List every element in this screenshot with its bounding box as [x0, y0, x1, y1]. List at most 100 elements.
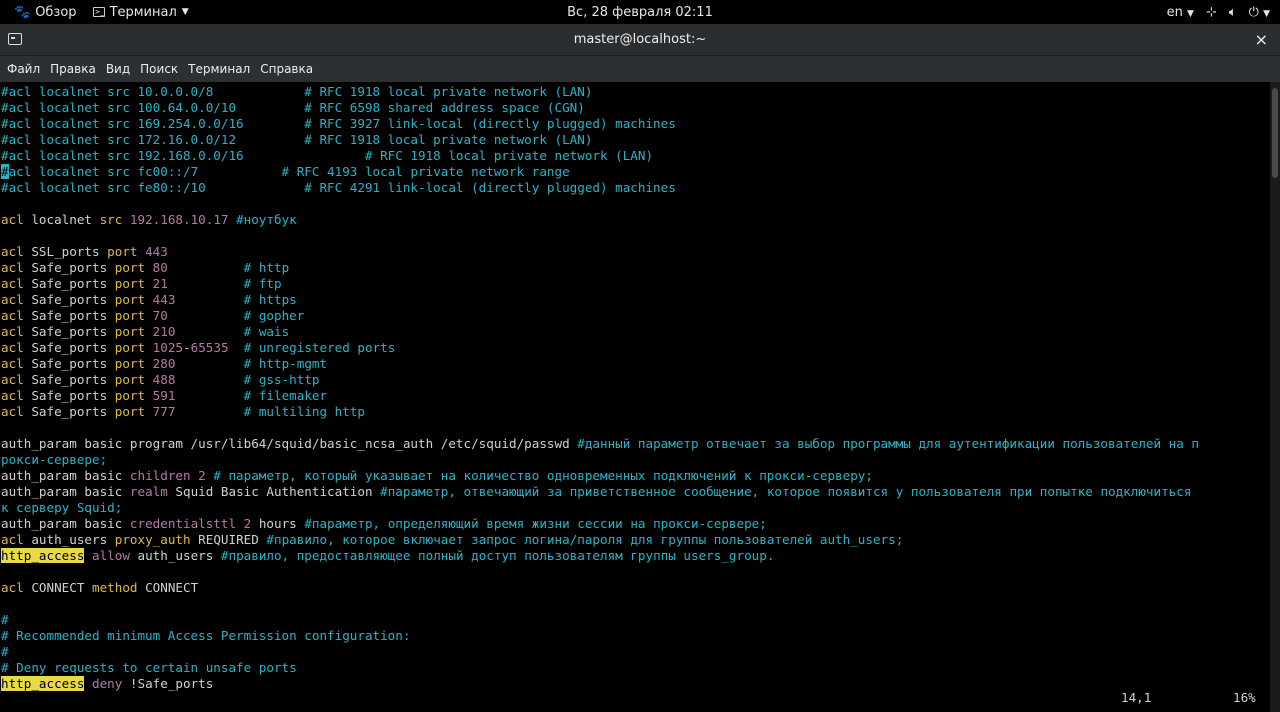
editor-line: auth_param basic credentialsttl 2 hours … — [1, 516, 767, 532]
line-token: #acl localnet src 192.168.0.0/16 # RFC 1… — [1, 148, 654, 163]
line-token: # — [1, 612, 9, 627]
app-menu-label: Терминал — [109, 4, 177, 20]
clock[interactable]: Вс, 28 февраля 02:11 — [567, 5, 713, 20]
line-token: 210 — [145, 324, 244, 339]
line-token: acl — [1, 324, 24, 339]
line-token: acl — [1, 308, 24, 323]
line-token: рокси-сервере; — [1, 452, 108, 467]
line-token: port — [114, 292, 146, 307]
line-token: port — [114, 340, 146, 355]
line-token: # параметр, который указывает на количес… — [213, 468, 873, 483]
editor-line: # — [1, 612, 9, 628]
line-token: к серверу Squid; — [1, 500, 123, 515]
line-token: acl — [1, 292, 24, 307]
chevron-down-icon: ▼ — [181, 7, 189, 17]
scroll-percent: 16% — [1233, 690, 1256, 705]
line-token: auth_param basic — [1, 516, 130, 531]
line-token: #acl localnet src 169.254.0.0/16 # RFC 3… — [1, 116, 676, 131]
editor-line: http_access deny !Safe_ports — [1, 676, 213, 692]
line-token: #acl localnet src 172.16.0.0/12 # RFC 19… — [1, 132, 593, 147]
line-token: acl — [1, 372, 24, 387]
line-token: acl — [1, 212, 24, 227]
terminal-area[interactable]: 14,1 16% #acl localnet src 10.0.0.0/8 # … — [0, 82, 1270, 712]
line-token: # ftp — [243, 276, 282, 291]
line-token: CONNECT — [137, 580, 199, 595]
line-token: 777 — [145, 404, 244, 419]
line-token: # — [1, 164, 9, 179]
line-token: port — [114, 388, 146, 403]
line-token: Safe_ports — [23, 292, 115, 307]
menu-help[interactable]: Справка — [255, 62, 318, 76]
editor-line: acl Safe_ports port 443 # https — [1, 292, 297, 308]
editor-line: # Deny requests to certain unsafe ports — [1, 660, 297, 676]
editor-line: auth_param basic children 2 # параметр, … — [1, 468, 873, 484]
line-token: # Recommended minimum Access Permission … — [1, 628, 411, 643]
app-menu-button[interactable]: >_ Терминал ▼ — [87, 0, 195, 24]
editor-line: acl CONNECT method CONNECT — [1, 580, 198, 596]
line-token: acl — [1, 276, 24, 291]
line-token: Safe_ports — [23, 308, 115, 323]
editor-line: acl Safe_ports port 210 # wais — [1, 324, 289, 340]
line-token: Safe_ports — [23, 260, 115, 275]
line-token: http_access — [1, 548, 85, 563]
line-token: auth_param basic — [1, 468, 130, 483]
line-token: Safe_ports — [23, 340, 115, 355]
line-token: #ноутбук — [236, 212, 297, 227]
line-token: auth_param basic — [1, 484, 130, 499]
window-titlebar[interactable]: master@localhost:~ × — [0, 24, 1280, 56]
menu-terminal[interactable]: Терминал — [183, 62, 255, 76]
line-token: #параметр, отвечающий за приветственное … — [380, 484, 1192, 499]
editor-line: #acl localnet src fe80::/10 # RFC 4291 l… — [1, 180, 676, 196]
language-indicator[interactable]: en ▼ — [1167, 5, 1194, 20]
menu-edit[interactable]: Правка — [45, 62, 101, 76]
line-token: acl — [1, 532, 24, 547]
network-icon[interactable]: ⊹ — [1206, 5, 1217, 20]
activities-label: Обзор — [35, 4, 77, 20]
line-token: 192.168.10.17 — [122, 212, 237, 227]
line-token: # http — [243, 260, 290, 275]
menu-view[interactable]: Вид — [101, 62, 135, 76]
editor-line: #acl localnet src fc00::/7 # RFC 4193 lo… — [1, 164, 570, 180]
line-token: auth_users — [129, 548, 221, 563]
scrollbar[interactable] — [1270, 82, 1280, 712]
line-token: method — [92, 580, 138, 595]
line-token: #acl localnet src 10.0.0.0/8 # RFC 1918 … — [1, 84, 593, 99]
line-token: #данный параметр отвечает за выбор прогр… — [577, 436, 1199, 451]
menu-search[interactable]: Поиск — [135, 62, 183, 76]
editor-line: acl Safe_ports port 777 # multiling http — [1, 404, 365, 420]
activities-button[interactable]: 🐾 Обзор — [8, 0, 83, 24]
line-token: Safe_ports — [23, 276, 115, 291]
editor-line: acl Safe_ports port 488 # gss-http — [1, 372, 320, 388]
power-icon[interactable]: ⏻ ▼ — [1249, 5, 1270, 20]
line-token: 591 — [145, 388, 244, 403]
line-token: 443 — [137, 244, 168, 259]
line-token: 280 — [145, 356, 244, 371]
volume-icon[interactable]: 🔈︎ — [1229, 5, 1237, 20]
line-token: localnet — [23, 212, 100, 227]
editor-line: acl Safe_ports port 70 # gopher — [1, 308, 304, 324]
line-token: port — [114, 324, 146, 339]
close-button[interactable]: × — [1255, 30, 1268, 49]
editor-line: #acl localnet src 169.254.0.0/16 # RFC 3… — [1, 116, 676, 132]
line-token: Safe_ports — [23, 388, 115, 403]
line-token: 21 — [145, 276, 244, 291]
editor-line: auth_param basic realm Squid Basic Authe… — [1, 484, 1191, 500]
line-token: proxy_auth — [114, 532, 191, 547]
line-token: REQUIRED — [190, 532, 267, 547]
editor-line: #acl localnet src 192.168.0.0/16 # RFC 1… — [1, 148, 653, 164]
scrollbar-thumb[interactable] — [1272, 88, 1278, 178]
editor-line: #acl localnet src 10.0.0.0/8 # RFC 1918 … — [1, 84, 592, 100]
line-token: # unregistered ports — [243, 340, 396, 355]
line-token: # https — [243, 292, 297, 307]
line-token: port — [114, 404, 146, 419]
line-token: allow — [84, 548, 130, 563]
line-token: port — [114, 356, 146, 371]
line-token: 80 — [145, 260, 244, 275]
line-token: realm — [129, 484, 168, 499]
gnome-foot-icon: 🐾 — [14, 4, 31, 20]
menu-file[interactable]: Файл — [2, 62, 45, 76]
line-token: - — [183, 340, 191, 355]
line-token: # multiling http — [243, 404, 365, 419]
line-token: port — [114, 260, 146, 275]
editor-line: acl Safe_ports port 280 # http-mgmt — [1, 356, 327, 372]
